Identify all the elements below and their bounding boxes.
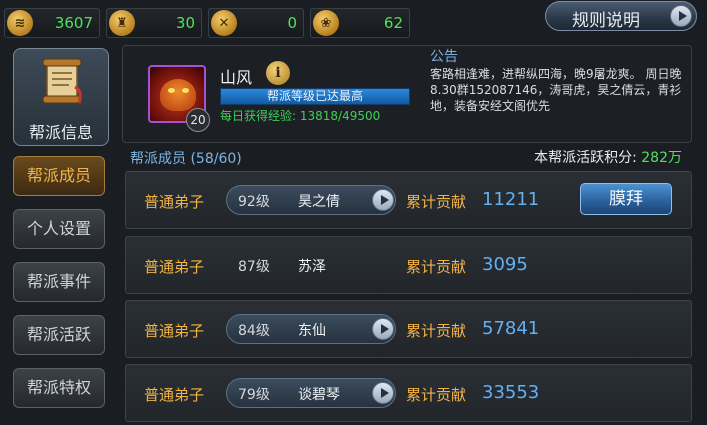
avatar-eye [182,88,189,93]
coin-icon: ≋ [7,10,33,36]
nav-personal-settings[interactable]: 个人设置 [13,209,105,249]
contribution-label: 累计贡献 [406,193,467,211]
token-counter: ❀ 62 [310,8,410,38]
contribution-value: 3095 [482,254,528,275]
activity-label: 本帮派活跃积分: [534,150,637,166]
member-rank: 普通弟子 [144,322,205,340]
activity-score: 本帮派活跃积分: 282万 [534,147,682,167]
info-icon[interactable]: i [266,61,290,85]
member-row: 普通弟子 87级 苏泽 累计贡献 3095 [125,236,692,294]
member-rank: 普通弟子 [144,193,205,211]
member-name: 昊之倩 [298,194,340,210]
arrow-right-icon [372,189,394,211]
nav-members[interactable]: 帮派成员 [13,156,105,196]
gold-counter: ≋ 3607 [4,8,100,38]
daily-exp: 每日获得经验: 13818/49500 [220,109,381,123]
nav-guild-privileges[interactable]: 帮派特权 [13,368,105,408]
token-value: 62 [383,14,403,32]
nav-guild-activity[interactable]: 帮派活跃 [13,315,105,355]
notice-board: 公告 客路相逢难，进帮纵四海，晚9屠龙爽。 周日晚8.30群152087146，… [430,48,688,114]
contribution-value: 33553 [482,382,540,403]
dragon-face-icon [160,79,196,111]
guild-level-bar: 帮派等级已达最高 [220,88,410,105]
swords-counter: ✕ 0 [208,8,304,38]
member-row: 普通弟子 84级 东仙 累计贡献 57841 [125,300,692,358]
crossed-swords-icon: ✕ [211,10,237,36]
member-row: 普通弟子 92级 昊之倩 累计贡献 11211 膜拜 [125,171,692,229]
helmet-icon: ♜ [109,10,135,36]
contribution-label: 累计贡献 [406,322,467,340]
member-level: 84级 [238,323,270,339]
leader-name: 山风 [220,68,253,87]
nav-guild-events[interactable]: 帮派事件 [13,262,105,302]
worship-button[interactable]: 膜拜 [580,183,672,215]
contribution-value: 57841 [482,318,540,339]
member-rank: 普通弟子 [144,258,205,276]
rules-button[interactable]: 规则说明 [545,1,697,31]
guild-info-panel: 20 山风 i 帮派等级已达最高 每日获得经验: 13818/49500 公告 … [122,45,692,143]
member-level: 79级 [238,387,270,403]
nav-guild-info[interactable]: 帮派信息 [13,48,109,146]
scroll-token-icon: ❀ [313,10,339,36]
scroll-icon [42,58,82,104]
helmet-value: 30 [175,14,195,32]
member-level: 92级 [238,194,270,210]
contribution-label: 累计贡献 [406,386,467,404]
avatar-eye [168,88,175,93]
member-level: 87级 [238,259,270,275]
member-row: 普通弟子 79级 谈碧琴 累计贡献 33553 [125,364,692,422]
contribution-value: 11211 [482,189,540,210]
members-count: 帮派成员 (58/60) [130,151,242,167]
rules-button-label: 规则说明 [572,11,640,31]
arrow-right-icon [372,318,394,340]
notice-body: 客路相逢难，进帮纵四海，晚9屠龙爽。 周日晚8.30群152087146，涛哥虎… [430,67,682,113]
activity-value: 282万 [641,150,682,166]
arrow-right-icon [372,382,394,404]
member-name: 东仙 [298,323,326,339]
arrow-right-icon [670,5,692,27]
helmet-counter: ♜ 30 [106,8,202,38]
gold-value: 3607 [54,14,93,32]
nav-guild-info-label: 帮派信息 [28,123,93,142]
notice-title: 公告 [430,49,458,65]
member-name: 苏泽 [298,259,326,275]
leader-level-badge: 20 [186,108,210,132]
member-rank: 普通弟子 [144,386,205,404]
swords-value: 0 [287,14,297,32]
member-name: 谈碧琴 [298,387,340,403]
contribution-label: 累计贡献 [406,258,467,276]
